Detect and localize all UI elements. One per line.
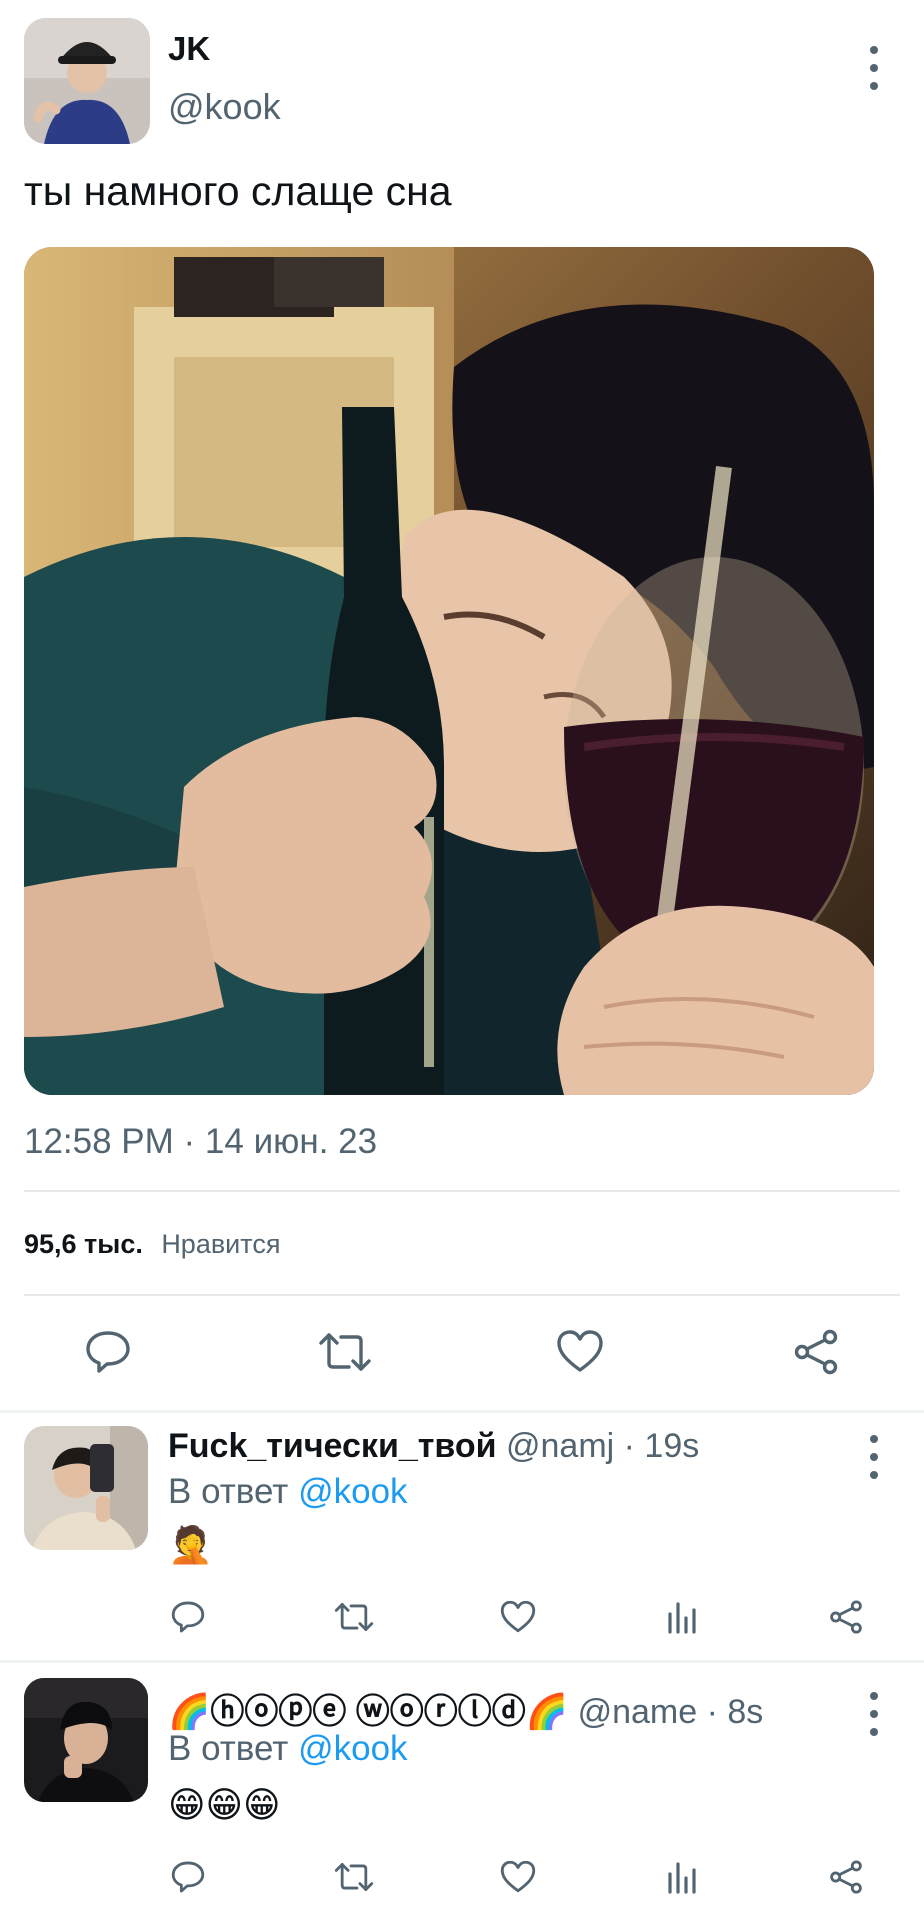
reply-author-name[interactable]: 🌈ⓗⓞⓟⓔ ⓦⓞⓡⓛⓓ🌈 [168,1693,568,1731]
share-icon[interactable] [828,1600,864,1634]
author-name[interactable]: JK [168,30,210,68]
like-icon[interactable] [556,1329,604,1373]
tweet-text: ты намного слаще сна [24,168,452,214]
reply-icon[interactable] [84,1329,132,1375]
reply-header: Fuck_тически_твой @namj · 19s [168,1427,700,1465]
reply-mention-link[interactable]: @kook [298,1729,407,1768]
reply-author-name[interactable]: Fuck_тически_твой [168,1427,497,1465]
divider [0,1410,924,1413]
reply-time[interactable]: 19s [644,1427,699,1465]
more-icon[interactable] [862,1692,886,1736]
stats-icon[interactable] [666,1860,698,1894]
like-icon[interactable] [500,1860,536,1893]
likes-count: 95,6 тыс. [24,1229,143,1259]
reply-prefix: В ответ [168,1729,289,1768]
reply-header: 🌈ⓗⓞⓟⓔ ⓦⓞⓡⓛⓓ🌈 @name · 8s [168,1693,764,1731]
likes-label: Нравится [161,1229,281,1259]
reply-mention-link[interactable]: @kook [298,1472,407,1511]
reply-avatar[interactable] [24,1426,148,1550]
reply-author-handle[interactable]: @namj [506,1427,614,1465]
tweet-date: 14 июн. 23 [204,1122,378,1161]
tweet-photo[interactable] [24,247,874,1095]
reply-context: В ответ @kook [168,1472,408,1512]
reply-context: В ответ @kook [168,1729,408,1769]
tweet-timestamp[interactable]: 12:58 PM · 14 июн. 23 [24,1122,377,1162]
divider [24,1190,900,1192]
divider [24,1294,900,1296]
reply-content: 😁😁😁 [168,1784,281,1825]
divider [0,1660,924,1663]
reply-author-handle[interactable]: @name [578,1693,698,1731]
reply-avatar[interactable] [24,1678,148,1802]
more-icon[interactable] [862,46,886,90]
reply-prefix: В ответ [168,1472,289,1511]
author-handle[interactable]: @kook [168,86,281,128]
reply-content: 🤦 [168,1524,213,1565]
retweet-icon[interactable] [334,1860,374,1894]
retweet-icon[interactable] [318,1329,372,1375]
share-icon[interactable] [792,1329,840,1375]
tweet-time: 12:58 PM [24,1122,174,1161]
share-icon[interactable] [828,1860,864,1894]
reply-time[interactable]: 8s [727,1693,763,1731]
more-icon[interactable] [862,1435,886,1479]
author-avatar[interactable] [24,18,150,144]
stats-icon[interactable] [666,1600,698,1634]
reply-icon[interactable] [170,1860,206,1894]
retweet-icon[interactable] [334,1600,374,1634]
like-icon[interactable] [500,1600,536,1633]
likes-stat[interactable]: 95,6 тыс. Нравится [24,1229,280,1260]
reply-icon[interactable] [170,1600,206,1634]
